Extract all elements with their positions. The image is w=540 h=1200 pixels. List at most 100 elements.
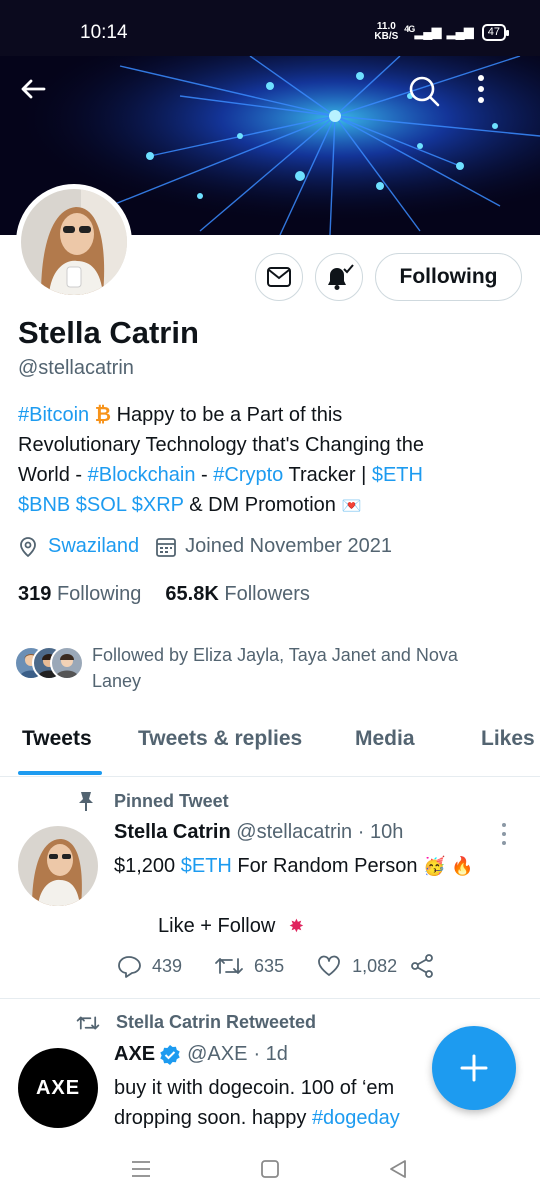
reply-icon (118, 956, 141, 978)
more-vertical-icon (502, 823, 506, 845)
tweet-divider (0, 998, 540, 999)
following-button[interactable]: Following (375, 253, 522, 301)
hashtag-dogeday[interactable]: #dogeday (312, 1107, 400, 1129)
profile-handle: @stellacatrin (18, 357, 134, 379)
tweet-author-name[interactable]: AXE (114, 1043, 155, 1066)
retweeted-indicator: Stella Catrin Retweeted (76, 1012, 316, 1033)
retweet-count: 635 (254, 955, 285, 976)
tab-likes[interactable]: Likes (481, 727, 535, 751)
party-emoji-icon: 🥳 (423, 856, 446, 876)
reply-button[interactable]: 439 (116, 954, 182, 978)
avatar-image (18, 826, 98, 906)
square-icon (261, 1160, 279, 1178)
profile-counts: 319 Following 65.8K Followers (18, 583, 310, 606)
android-nav-bar (0, 1140, 540, 1200)
battery-level: 47 (487, 25, 500, 38)
cashtag-eth[interactable]: $ETH (372, 464, 423, 486)
bio-line-4: $BNB $SOL $XRP & DM Promotion 💌 (18, 494, 362, 516)
avatar-image (21, 189, 127, 295)
cashtag-eth[interactable]: $ETH (181, 855, 232, 877)
profile-avatar[interactable] (16, 184, 132, 300)
bell-check-icon (328, 264, 354, 290)
heart-icon (318, 955, 340, 976)
pinned-label: Pinned Tweet (114, 790, 229, 811)
search-icon (409, 76, 440, 107)
avatar (50, 646, 84, 680)
tab-media[interactable]: Media (355, 727, 415, 751)
tweet-text: $1,200 $ETH For Random Person 🥳 🔥 (114, 855, 474, 877)
followers-count: 65.8K (165, 583, 219, 605)
notifications-button[interactable] (315, 253, 363, 301)
profile-bio: #Bitcoin ₿ Happy to be a Part of this Re… (18, 400, 518, 522)
profile-meta: Swaziland Joined November 2021 (18, 535, 392, 558)
battery-icon: 47 (481, 23, 510, 41)
love-letter-emoji-icon: 💌 (341, 498, 362, 515)
followed-by[interactable]: Followed by Eliza Jayla, Taya Janet and … (14, 642, 492, 694)
bio-line-1: #Bitcoin ₿ Happy to be a Part of this (18, 404, 343, 426)
share-button[interactable] (409, 953, 435, 979)
tweet-actions: 439 635 1,082 (116, 953, 435, 979)
share-icon (411, 954, 434, 978)
recent-apps-button[interactable] (130, 1158, 152, 1185)
hashtag-crypto[interactable]: #Crypto (213, 464, 283, 486)
message-button[interactable] (255, 253, 303, 301)
fire-emoji-icon: 🔥 (451, 856, 474, 876)
retweet-icon (76, 1016, 100, 1029)
back-button[interactable] (18, 74, 66, 122)
more-vertical-icon (478, 75, 484, 103)
verified-badge-icon (160, 1044, 180, 1065)
tweet-author-name[interactable]: Stella Catrin (114, 821, 231, 843)
bio-line-2: Revolutionary Technology that's Changing… (18, 434, 424, 456)
hashtag-bitcoin[interactable]: #Bitcoin (18, 404, 89, 426)
retweet-icon (215, 958, 243, 974)
triangle-back-icon (390, 1160, 406, 1178)
compose-tweet-button[interactable] (432, 1026, 516, 1110)
tweet-more-button[interactable] (500, 822, 508, 851)
hashtag-blockchain[interactable]: #Blockchain (88, 464, 196, 486)
pin-icon (79, 792, 93, 811)
status-indicators: 11.0 KB/S 4G▂▄▆ ▂▄▆ 47 (374, 22, 510, 42)
profile-location[interactable]: Swaziland (48, 535, 139, 558)
collision-emoji-icon: ✸ (288, 916, 304, 936)
bitcoin-emoji-icon: ₿ (94, 404, 112, 426)
tweet-author-handle: @stellacatrin (236, 821, 353, 843)
retweet-button[interactable]: 635 (214, 955, 284, 977)
search-button[interactable] (407, 74, 455, 122)
bio-line-3: World - #Blockchain - #Crypto Tracker | … (18, 464, 423, 486)
back-arrow-icon (21, 79, 46, 99)
signal-icon-2: ▂▄▆ (446, 24, 474, 39)
home-button[interactable] (259, 1158, 281, 1185)
like-count: 1,082 (352, 955, 398, 976)
following-count: 319 (18, 583, 52, 605)
mutual-avatars (14, 642, 86, 680)
reply-count: 439 (152, 955, 183, 976)
tweet-author-handle: @AXE (187, 1043, 248, 1065)
tweet-header: AXE @AXE · 1d (114, 1043, 288, 1066)
retweeted-label[interactable]: Stella Catrin Retweeted (116, 1012, 316, 1033)
net-speed-unit: KB/S (374, 31, 399, 42)
network-type: 4G (404, 24, 415, 34)
tab-tweets[interactable]: Tweets (22, 727, 92, 751)
tweet-text: buy it with dogecoin. 100 of ‘em droppin… (114, 1077, 400, 1129)
calendar-icon (156, 537, 177, 557)
tweet-author-avatar[interactable] (18, 826, 98, 906)
tweet-time: · 10h (357, 821, 404, 843)
profile-joined-date: Joined November 2021 (185, 535, 392, 557)
status-time: 10:14 (80, 22, 128, 43)
net-speed: 11.0 KB/S (374, 22, 398, 42)
signal-icon: 4G▂▄▆ (404, 24, 441, 39)
more-options-button[interactable] (476, 74, 524, 122)
tab-tweets-replies[interactable]: Tweets & replies (138, 727, 302, 751)
active-tab-indicator (18, 771, 102, 775)
cashtags[interactable]: $BNB $SOL $XRP (18, 494, 184, 516)
tweet-author-avatar[interactable]: AXE (18, 1048, 98, 1128)
profile-display-name: Stella Catrin (18, 315, 199, 350)
followed-by-text: Followed by Eliza Jayla, Taya Janet and … (92, 645, 458, 691)
pinned-indicator: Pinned Tweet (76, 790, 229, 812)
followers-count-link[interactable]: 65.8K Followers (165, 583, 310, 606)
like-button[interactable]: 1,082 (316, 954, 397, 978)
tweet-time: · 1d (253, 1043, 288, 1065)
back-nav-button[interactable] (387, 1158, 409, 1185)
following-count-link[interactable]: 319 Following (18, 583, 141, 606)
profile-tabs: Tweets Tweets & replies Media Likes (0, 715, 540, 777)
